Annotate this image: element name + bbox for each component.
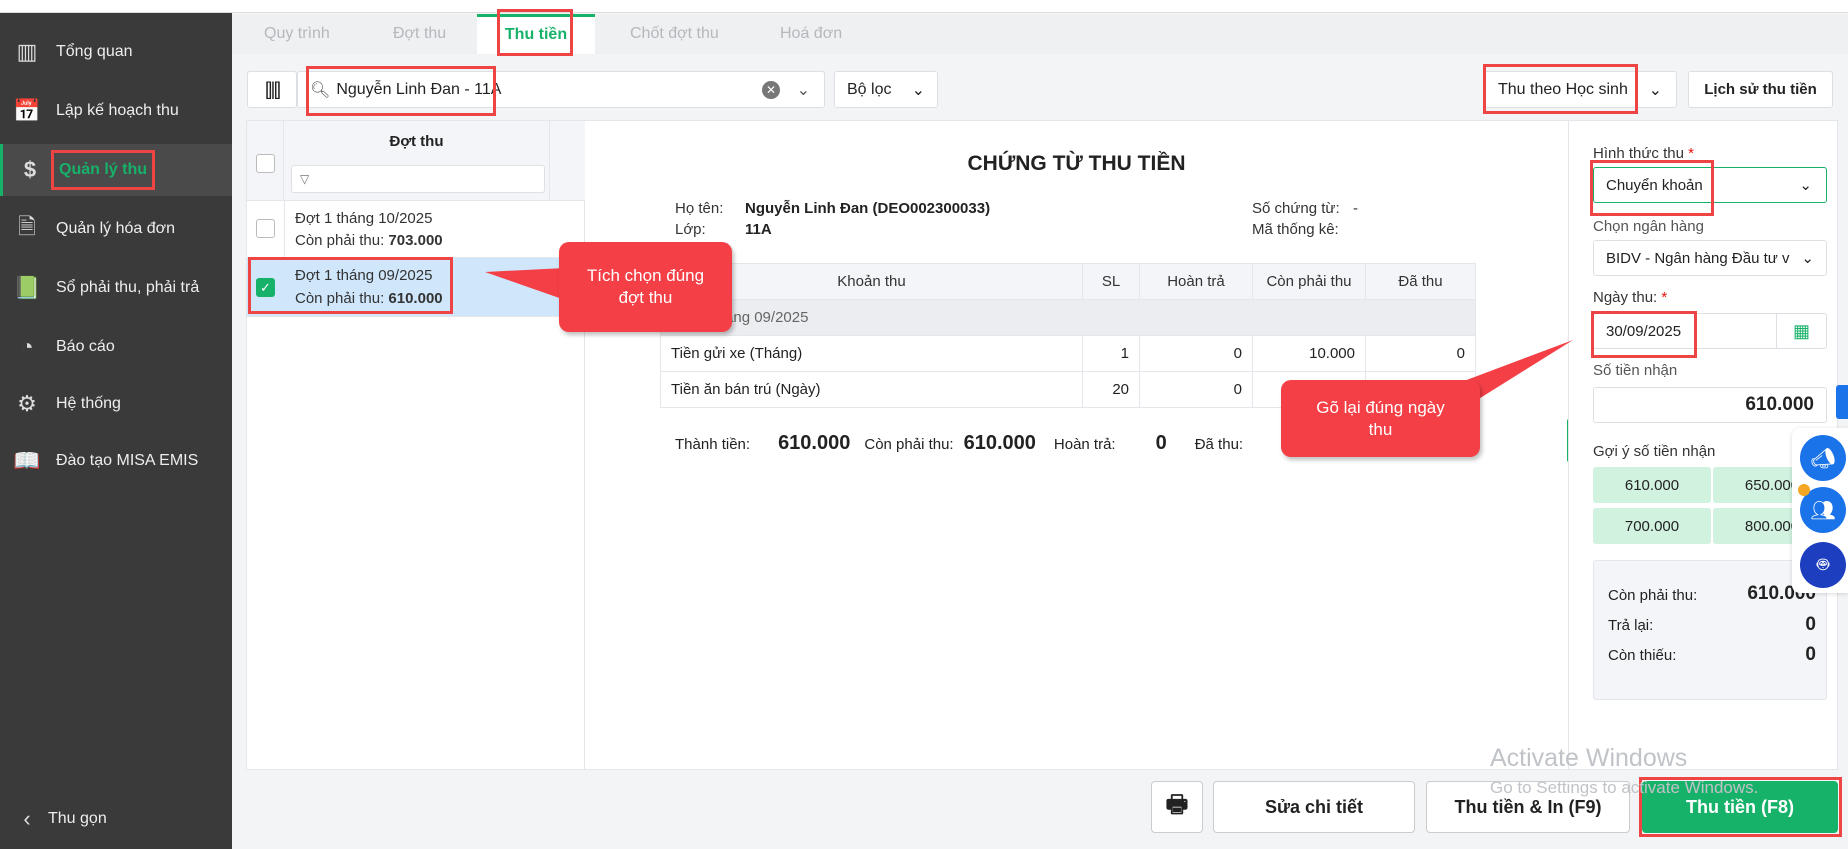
- filter-icon: ▽: [300, 172, 310, 186]
- invoice-icon: 🗎: [18, 214, 36, 239]
- pie-chart-icon: ◔: [20, 334, 34, 359]
- book-icon: 📖: [13, 448, 41, 473]
- money-hand-icon: $: [23, 157, 37, 182]
- search-input[interactable]: 🔍︎ Nguyễn Linh Đan - 11A ✕ ⌄: [297, 71, 825, 108]
- callout-retype-date: Gõ lại đúng ngày thu: [1281, 380, 1480, 457]
- tab-collect[interactable]: Thu tiền: [477, 14, 595, 54]
- column-filter-input[interactable]: ▽: [291, 165, 545, 193]
- calendar-dollar-icon: 📅: [13, 98, 41, 123]
- gear-icon: ⚙: [17, 391, 37, 416]
- sidebar-item-system[interactable]: ⚙ Hệ thống: [0, 378, 232, 430]
- print-button[interactable]: 🖶: [1151, 781, 1203, 833]
- table-row: Tiền gửi xe (Tháng) 1 0 10.000 0: [660, 335, 1476, 372]
- side-toggle-tab[interactable]: [1836, 385, 1848, 419]
- bank-select[interactable]: BIDV - Ngân hàng Đầu tư v ⌄: [1593, 240, 1827, 276]
- list-item[interactable]: Đợt 1 tháng 10/2025 Còn phải thu: 703.00…: [247, 201, 584, 258]
- announcement-icon[interactable]: 📣︎: [1800, 435, 1846, 481]
- edit-detail-button[interactable]: Sửa chi tiết: [1213, 781, 1415, 833]
- voucher-title: CHỨNG TỪ THU TIỀN: [967, 152, 1186, 175]
- chevron-down-icon: ⌄: [1799, 177, 1812, 194]
- sidebar-item-manage-collection[interactable]: $ Quản lý thu: [0, 144, 232, 196]
- totals-row: Thành tiền: 610.000 Còn phải thu: 610.000 …: [675, 432, 1244, 454]
- filter-dropdown[interactable]: Bộ lọc ⌄: [834, 71, 938, 108]
- tab-close-batch[interactable]: Chốt đợt thu: [630, 14, 719, 54]
- chevron-down-icon: ⌄: [1648, 81, 1662, 99]
- barcode-button[interactable]: [|||]: [247, 71, 297, 108]
- tab-invoice[interactable]: Hoá đơn: [780, 14, 842, 54]
- watermark-subtitle: Go to Settings to activate Windows.: [1490, 778, 1759, 797]
- tab-bar: Quy trình Đợt thu Thu tiền Chốt đợt thu …: [232, 14, 1848, 54]
- chatbot-icon[interactable]: 🤖︎: [1800, 542, 1846, 588]
- select-all-checkbox[interactable]: [256, 154, 275, 173]
- suggestion-button[interactable]: 610.000: [1593, 467, 1711, 503]
- collection-mode-dropdown[interactable]: Thu theo Học sinh ⌄: [1483, 71, 1677, 108]
- chevron-down-icon[interactable]: ⌄: [797, 80, 810, 100]
- list-item-selected[interactable]: ✓ Đợt 1 tháng 09/2025 Còn phải thu: 610.…: [247, 258, 584, 317]
- ledger-icon: 📗: [13, 275, 41, 300]
- payment-method-select[interactable]: Chuyển khoản ⌄: [1593, 167, 1827, 203]
- printer-icon: 🖶: [1165, 790, 1189, 818]
- top-bar: [0, 0, 1848, 13]
- chevron-left-icon: ‹: [23, 806, 31, 831]
- sidebar-item-report[interactable]: ◔ Báo cáo: [0, 321, 232, 373]
- notification-dot: [1798, 484, 1810, 496]
- sidebar: ▥ Tổng quan 📅 Lập kế hoạch thu $ Quản lý th…: [0, 13, 232, 849]
- barcode-icon: [|||]: [264, 79, 281, 99]
- batch-list-panel: Đợt thu ▽ Đợt 1 tháng 10/2025 Còn phải t…: [246, 120, 585, 770]
- student-name: Nguyễn Linh Đan (DEO002300033): [745, 200, 991, 217]
- column-header: Đợt thu: [389, 133, 444, 150]
- bar-chart-icon: ▥: [16, 39, 38, 64]
- sidebar-item-invoice[interactable]: 🗎 Quản lý hóa đơn: [0, 203, 232, 255]
- suggestion-button[interactable]: 700.000: [1593, 508, 1711, 544]
- student-class: 11A: [745, 221, 772, 238]
- row-checkbox-checked[interactable]: ✓: [256, 278, 275, 297]
- calendar-icon[interactable]: ▦: [1776, 314, 1826, 348]
- sidebar-item-plan[interactable]: 📅 Lập kế hoạch thu: [0, 85, 232, 137]
- tab-collection-batch[interactable]: Đợt thu: [393, 14, 446, 54]
- sidebar-item-overview[interactable]: ▥ Tổng quan: [0, 26, 232, 78]
- callout-select-batch: Tích chọn đúng đợt thu: [559, 242, 732, 332]
- payment-date-input[interactable]: 30/09/2025 ▦: [1593, 313, 1827, 349]
- sidebar-item-ledger[interactable]: 📗 Sổ phải thu, phải trả: [0, 262, 232, 314]
- search-icon: 🔍︎: [310, 81, 331, 99]
- amount-received-input[interactable]: 610.000: [1593, 387, 1827, 423]
- collapse-button[interactable]: ‹ Thu gọn: [0, 793, 232, 845]
- watermark-title: Activate Windows: [1490, 744, 1688, 772]
- sidebar-item-training[interactable]: 📖 Đào tạo MISA EMIS: [0, 435, 232, 487]
- tab-process[interactable]: Quy trình: [264, 14, 330, 54]
- row-checkbox[interactable]: [256, 219, 275, 238]
- payment-history-button[interactable]: Lịch sử thu tiền: [1688, 71, 1833, 108]
- clear-icon[interactable]: ✕: [762, 80, 780, 99]
- chevron-down-icon: ⌄: [911, 81, 925, 99]
- group-row: Đợt 1 tháng 09/2025: [660, 299, 1476, 336]
- chevron-down-icon: ⌄: [1801, 250, 1814, 267]
